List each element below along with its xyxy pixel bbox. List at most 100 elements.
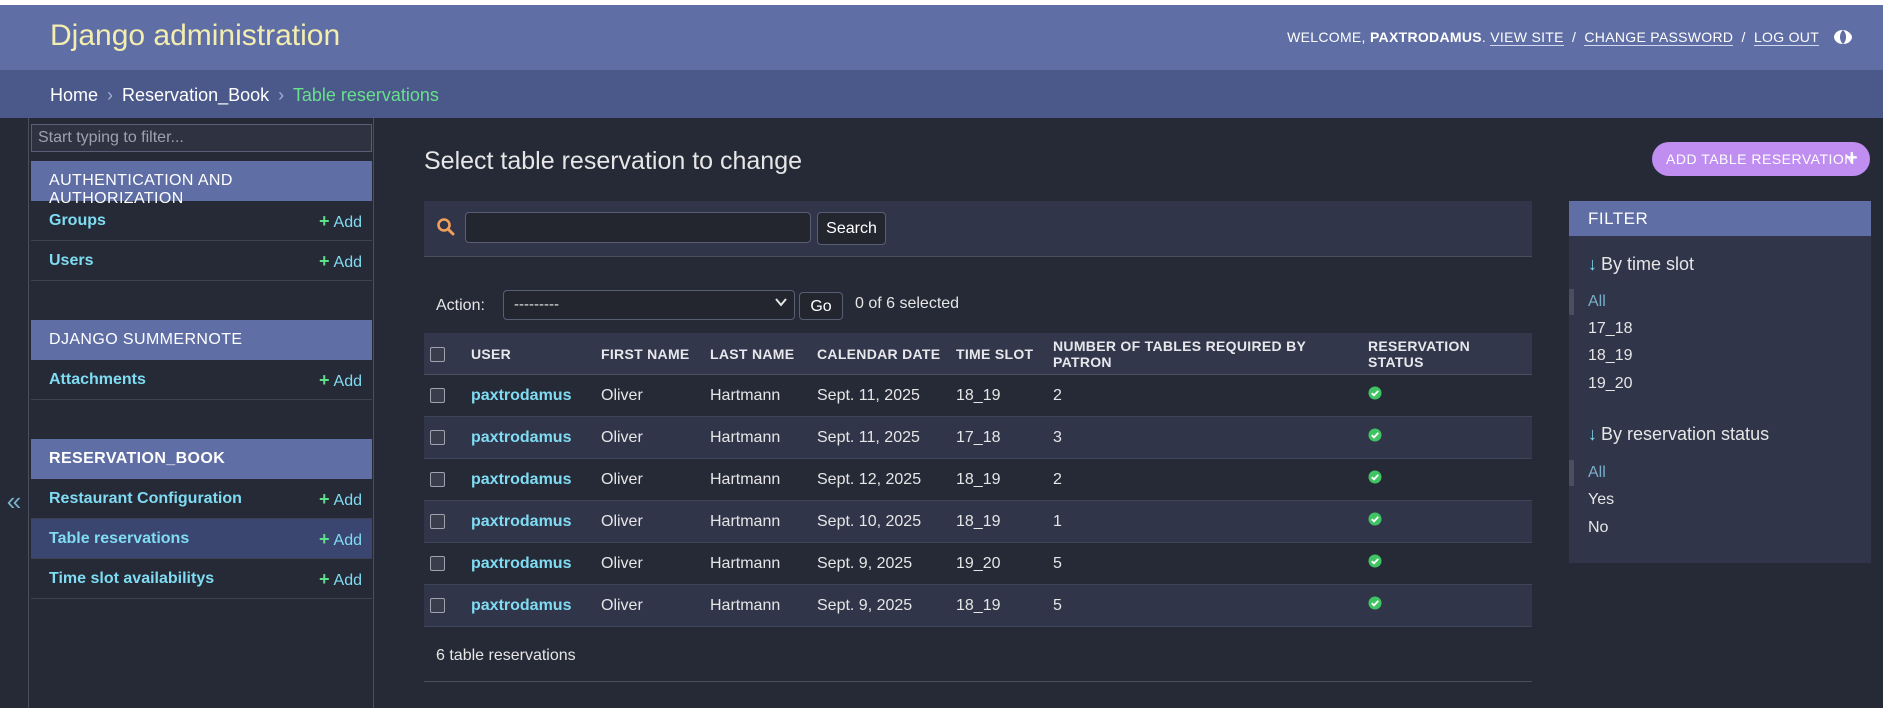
go-button[interactable]: Go <box>799 292 843 320</box>
add-table-reservation-button[interactable]: ADD TABLE RESERVATION + <box>1652 142 1870 176</box>
sidebar-item-groups[interactable]: Groups + Add <box>31 201 372 241</box>
moon-icon[interactable] <box>1833 29 1853 48</box>
log-out-link[interactable]: LOG OUT <box>1753 29 1819 47</box>
model-link-time-slot-availabilitys[interactable]: Time slot availabilitys <box>49 570 214 588</box>
site-branding[interactable]: Django administration <box>50 19 340 53</box>
sidebar-item-restaurant-configuration[interactable]: Restaurant Configuration + Add <box>31 479 372 519</box>
filter-title: FILTER <box>1569 201 1871 236</box>
filter-option-status-all[interactable]: All <box>1569 460 1606 486</box>
arrow-down-icon: ↓ <box>1588 424 1597 444</box>
first-name-cell: Oliver <box>595 416 704 459</box>
add-users-link[interactable]: + Add <box>319 251 362 272</box>
plus-icon: + <box>1845 147 1858 169</box>
row-checkbox[interactable] <box>430 429 445 445</box>
nav-sidebar: Start typing to filter... AUTHENTICATION… <box>28 118 374 708</box>
module-caption-summernote[interactable]: DJANGO SUMMERNOTE <box>31 320 372 360</box>
filter-heading-reservation-status[interactable]: ↓ By reservation status <box>1588 424 1769 445</box>
model-link-restaurant-configuration[interactable]: Restaurant Configuration <box>49 490 242 508</box>
user-link[interactable]: paxtrodamus <box>471 471 571 488</box>
breadcrumb-home[interactable]: Home <box>50 85 98 105</box>
filter-option-18-19[interactable]: 18_19 <box>1588 347 1633 365</box>
add-table-reservations-link[interactable]: + Add <box>319 529 362 550</box>
sidebar-item-table-reservations[interactable]: Table reservations + Add <box>31 519 372 559</box>
column-header-time-slot[interactable]: TIME SLOT <box>950 333 1047 375</box>
plus-icon: + <box>319 569 330 589</box>
change-password-link[interactable]: CHANGE PASSWORD <box>1584 29 1734 47</box>
user-link[interactable]: paxtrodamus <box>471 597 571 614</box>
filter-heading-label: By reservation status <box>1601 424 1770 444</box>
column-header-tables-required[interactable]: NUMBER OF TABLES REQUIRED BY PATRON <box>1047 333 1362 375</box>
time-slot-cell: 17_18 <box>950 416 1047 459</box>
column-header-first-name[interactable]: FIRST NAME <box>595 333 704 375</box>
breadcrumb: Home › Reservation_Book › Table reservat… <box>0 70 1883 118</box>
user-link[interactable]: paxtrodamus <box>471 429 571 446</box>
select-all-cell[interactable] <box>424 333 465 375</box>
row-checkbox[interactable] <box>430 471 445 487</box>
arrow-down-icon: ↓ <box>1588 254 1597 274</box>
filter-option-19-20[interactable]: 19_20 <box>1588 375 1633 393</box>
first-name-cell: Oliver <box>595 542 704 585</box>
collapse-arrow-icon[interactable]: « <box>0 118 28 708</box>
table-row: paxtrodamus Oliver Hartmann Sept. 9, 202… <box>424 584 1532 627</box>
search-input[interactable] <box>465 212 811 243</box>
filter-heading-label: By time slot <box>1601 254 1695 274</box>
plus-icon: + <box>319 489 330 509</box>
select-all-checkbox[interactable] <box>430 346 445 362</box>
module-caption-reservation-book[interactable]: RESERVATION_BOOK <box>31 439 372 479</box>
nav-filter-input[interactable]: Start typing to filter... <box>31 124 372 152</box>
column-header-reservation-status[interactable]: RESERVATION STATUS <box>1362 333 1532 375</box>
toggle-nav-glyph: « <box>6 486 22 516</box>
add-groups-link[interactable]: + Add <box>319 211 362 232</box>
sidebar-item-users[interactable]: Users + Add <box>31 241 372 281</box>
row-checkbox[interactable] <box>430 387 445 403</box>
add-restaurant-configuration-link[interactable]: + Add <box>319 489 362 510</box>
selected-count: 0 of 6 selected <box>855 295 960 312</box>
module-caption-auth[interactable]: AUTHENTICATION AND AUTHORIZATION <box>31 161 372 207</box>
search-button[interactable]: Search <box>817 212 886 245</box>
row-checkbox[interactable] <box>430 555 445 571</box>
checkmark-circle-icon <box>1368 554 1382 573</box>
row-checkbox[interactable] <box>430 597 445 613</box>
sidebar-item-time-slot-availabilitys[interactable]: Time slot availabilitys + Add <box>31 559 372 599</box>
sidebar-item-attachments[interactable]: Attachments + Add <box>31 360 372 400</box>
user-link[interactable]: paxtrodamus <box>471 513 571 530</box>
model-link-table-reservations[interactable]: Table reservations <box>49 530 189 548</box>
tables-required-cell: 5 <box>1047 542 1362 585</box>
filter-option-status-no[interactable]: No <box>1588 519 1608 537</box>
filter-heading-time-slot[interactable]: ↓ By time slot <box>1588 254 1694 275</box>
search-icon <box>436 217 456 242</box>
row-checkbox[interactable] <box>430 513 445 529</box>
separator: / <box>1741 29 1746 46</box>
table-row: paxtrodamus Oliver Hartmann Sept. 11, 20… <box>424 374 1532 417</box>
add-time-slot-availabilitys-link[interactable]: + Add <box>319 569 362 590</box>
filter-option-all[interactable]: All <box>1569 289 1606 315</box>
model-link-users[interactable]: Users <box>49 252 93 270</box>
column-header-user[interactable]: USER <box>465 333 595 375</box>
user-link[interactable]: paxtrodamus <box>471 555 571 572</box>
table-row: paxtrodamus Oliver Hartmann Sept. 10, 20… <box>424 500 1532 543</box>
view-site-link[interactable]: VIEW SITE <box>1490 29 1564 47</box>
tables-required-cell: 2 <box>1047 374 1362 417</box>
first-name-cell: Oliver <box>595 374 704 417</box>
model-link-attachments[interactable]: Attachments <box>49 371 146 389</box>
breadcrumb-separator: › <box>278 85 285 105</box>
column-header-calendar-date[interactable]: CALENDAR DATE <box>811 333 950 375</box>
filter-option-17-18[interactable]: 17_18 <box>1588 320 1633 338</box>
checkmark-circle-icon <box>1368 470 1382 489</box>
calendar-date-cell: Sept. 12, 2025 <box>811 458 950 501</box>
tables-required-cell: 2 <box>1047 458 1362 501</box>
plus-icon: + <box>319 529 330 549</box>
column-header-last-name[interactable]: LAST NAME <box>704 333 811 375</box>
add-label: Add <box>333 254 362 271</box>
table-row: paxtrodamus Oliver Hartmann Sept. 12, 20… <box>424 458 1532 501</box>
calendar-date-cell: Sept. 9, 2025 <box>811 584 950 627</box>
user-link[interactable]: paxtrodamus <box>471 387 571 404</box>
search-toolbar: Search <box>424 201 1532 257</box>
filter-option-status-yes[interactable]: Yes <box>1588 491 1614 509</box>
model-link-groups[interactable]: Groups <box>49 212 106 230</box>
breadcrumb-app[interactable]: Reservation_Book <box>122 85 269 105</box>
add-attachments-link[interactable]: + Add <box>319 370 362 391</box>
time-slot-cell: 18_19 <box>950 584 1047 627</box>
action-select[interactable]: --------- <box>503 290 795 320</box>
time-slot-cell: 18_19 <box>950 500 1047 543</box>
